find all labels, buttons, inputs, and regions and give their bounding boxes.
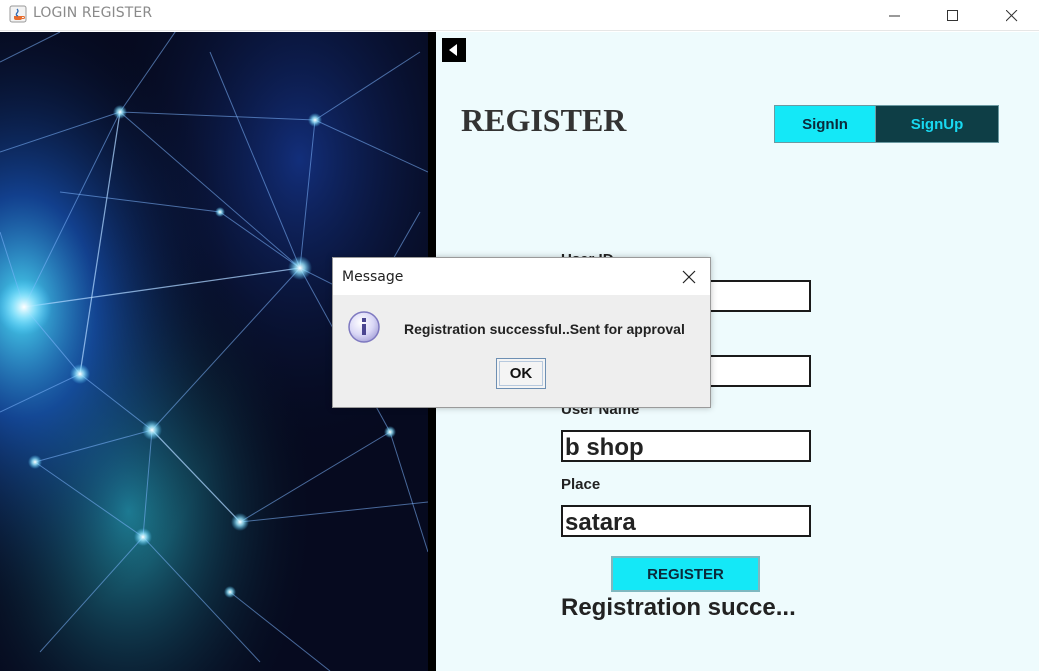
dialog-message: Registration successful..Sent for approv… xyxy=(404,321,685,337)
window-title: LOGIN REGISTER xyxy=(33,5,153,21)
tab-signin[interactable]: SignIn xyxy=(774,105,876,143)
tab-signup[interactable]: SignUp xyxy=(875,105,999,143)
close-icon xyxy=(682,270,696,284)
minimize-button[interactable] xyxy=(866,0,924,31)
place-input[interactable]: satara xyxy=(561,505,811,537)
java-app-icon xyxy=(9,5,27,23)
ok-button[interactable]: OK xyxy=(496,358,546,389)
place-label: Place xyxy=(561,476,601,493)
maximize-icon xyxy=(947,9,958,21)
maximize-button[interactable] xyxy=(924,0,982,31)
dialog-close-button[interactable] xyxy=(676,264,702,290)
page-title: REGISTER xyxy=(461,102,627,138)
dialog-title-bar: Message xyxy=(333,258,710,295)
register-button[interactable]: REGISTER xyxy=(611,556,760,592)
info-icon xyxy=(348,311,380,343)
close-window-button[interactable] xyxy=(983,0,1039,31)
window-title-bar: LOGIN REGISTER xyxy=(0,0,1039,31)
user-name-input[interactable]: b shop xyxy=(561,430,811,462)
close-icon xyxy=(1006,9,1018,21)
back-arrow-icon xyxy=(449,44,457,56)
dialog-title: Message xyxy=(342,269,404,285)
message-dialog: Message Registration successful..Sent fo… xyxy=(332,257,711,408)
back-button[interactable] xyxy=(442,38,466,62)
minimize-icon xyxy=(889,15,900,16)
registration-status-text: Registration succe... xyxy=(561,594,796,621)
